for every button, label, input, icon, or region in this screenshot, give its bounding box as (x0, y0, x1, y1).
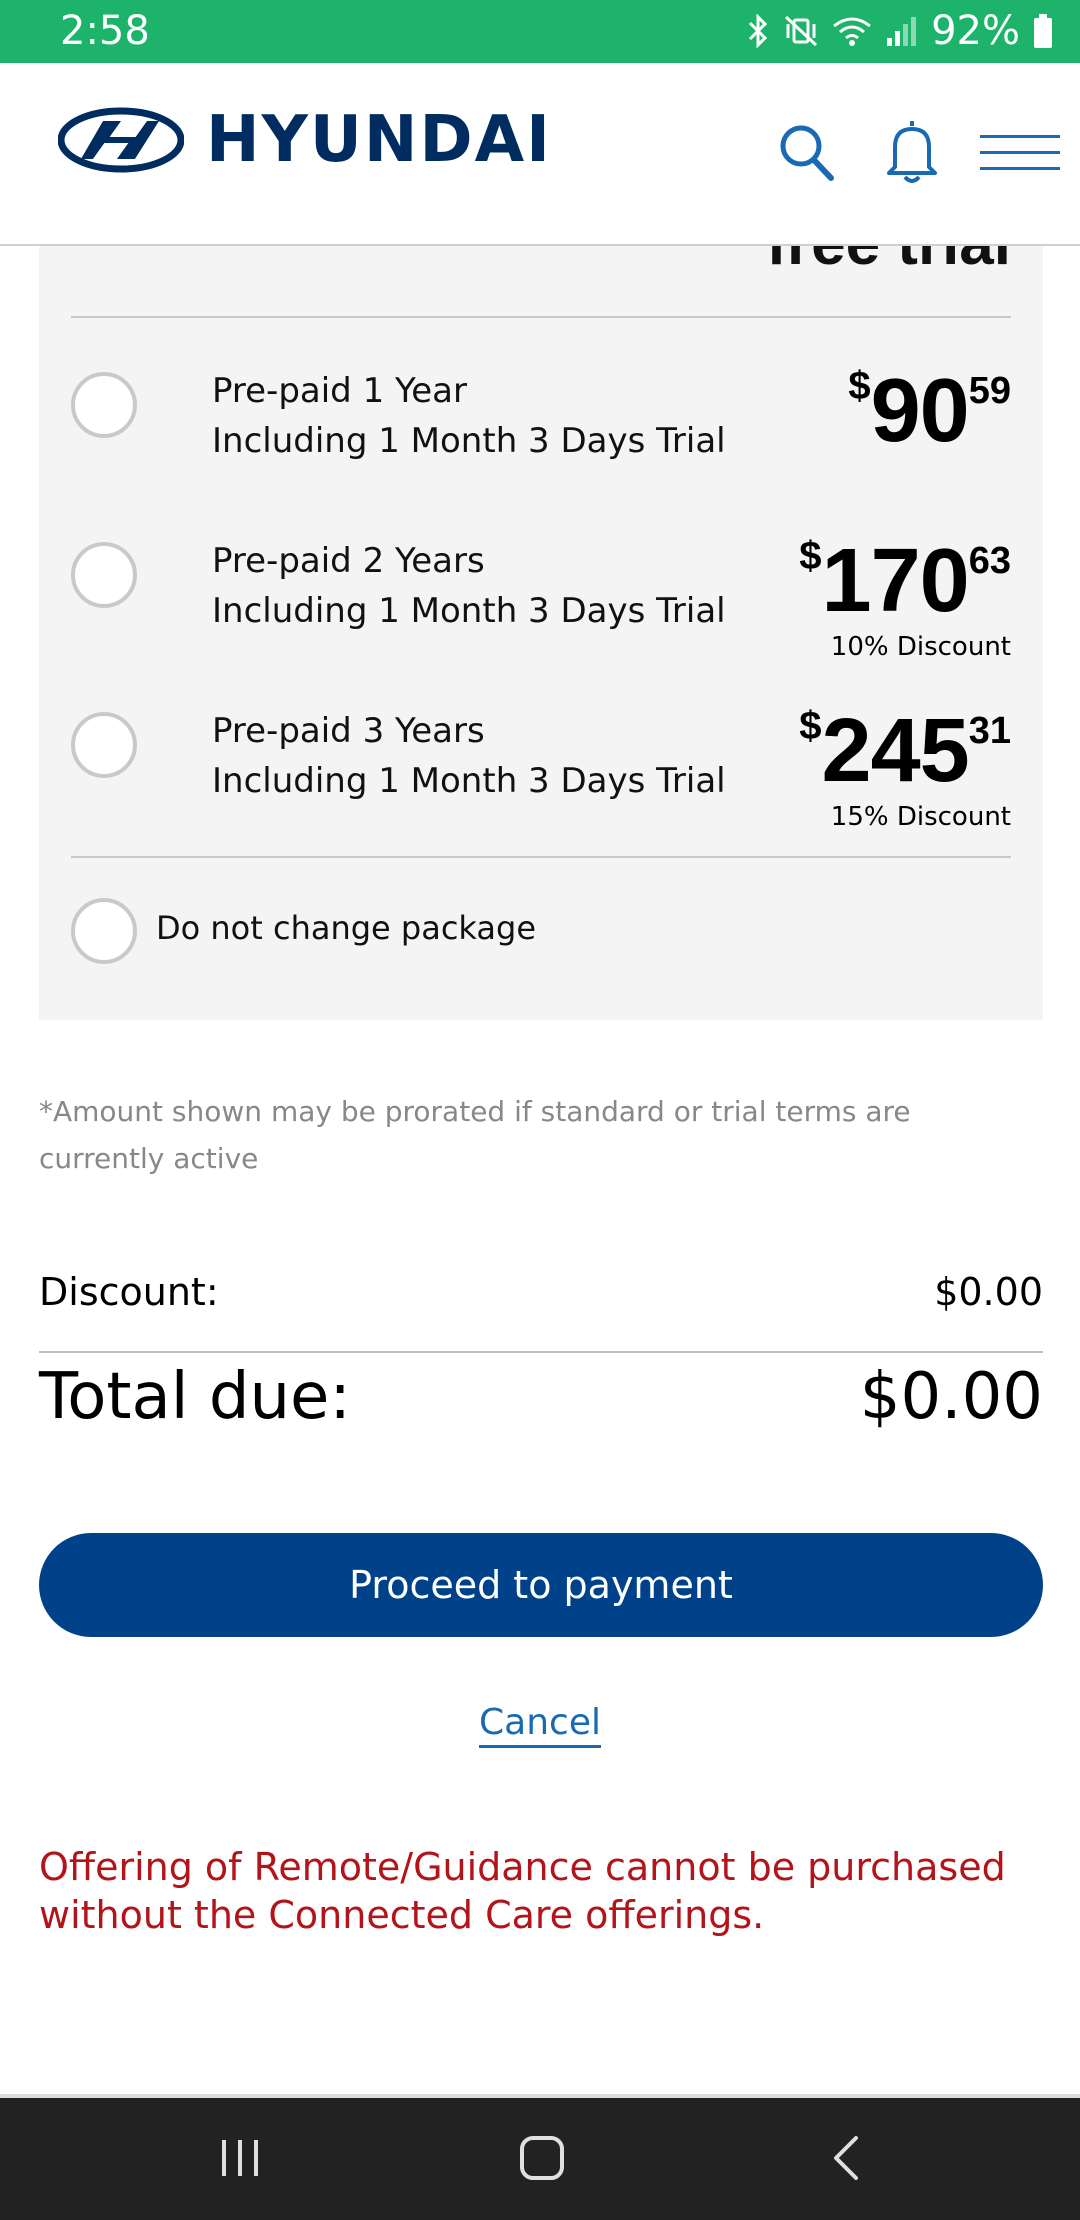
no-change-label: Do not change package (156, 909, 536, 947)
system-nav-bar (0, 2094, 1080, 2220)
option-text: Pre-paid 2 Years Including 1 Month 3 Day… (212, 536, 726, 636)
brand-wordmark: HYUNDAI (206, 103, 552, 177)
total-value: $0.00 (859, 1360, 1043, 1434)
cut-off-heading: free trial (766, 246, 1011, 279)
option-price: $ 245 31 15% Discount (799, 706, 1011, 832)
signal-icon (887, 17, 917, 46)
price-whole: 245 (821, 701, 970, 801)
price-currency: $ (848, 364, 871, 408)
battery-percent: 92% (931, 8, 1020, 54)
wifi-icon (833, 17, 872, 46)
status-bar: 2:58 92% (0, 0, 1080, 63)
hyundai-emblem-icon (58, 107, 184, 173)
discount-row: Discount: $0.00 (39, 1270, 1043, 1314)
radio-button[interactable] (71, 712, 137, 778)
package-options-panel: free trial Pre-paid 1 Year Including 1 M… (39, 246, 1043, 1020)
battery-icon (1034, 14, 1052, 48)
option-title: Pre-paid 2 Years (212, 541, 485, 581)
discount-label: Discount: (39, 1270, 219, 1314)
status-time: 2:58 (60, 8, 150, 54)
discount-value: $0.00 (934, 1270, 1043, 1314)
divider (71, 316, 1011, 318)
error-message: Offering of Remote/Guidance cannot be pu… (39, 1845, 1006, 1937)
recent-apps-icon[interactable] (218, 2134, 262, 2182)
option-price: $ 90 59 (848, 366, 1011, 456)
price-cents: 31 (968, 710, 1011, 752)
divider (39, 1351, 1043, 1353)
search-icon[interactable] (778, 123, 836, 183)
hyundai-logo[interactable]: HYUNDAI (58, 103, 552, 177)
option-title: Pre-paid 3 Years (212, 711, 485, 751)
price-whole: 90 (870, 361, 970, 461)
menu-icon[interactable] (980, 133, 1060, 173)
discount-note: 10% Discount (830, 632, 1011, 662)
divider (71, 856, 1011, 858)
total-label: Total due: (39, 1360, 351, 1434)
bluetooth-icon (749, 14, 768, 48)
back-icon[interactable] (826, 2134, 866, 2182)
option-text: Pre-paid 3 Years Including 1 Month 3 Day… (212, 706, 726, 806)
status-icons: 92% (745, 6, 1054, 56)
bell-icon[interactable] (882, 117, 942, 185)
option-text: Pre-paid 1 Year Including 1 Month 3 Days… (212, 366, 726, 466)
option-price: $ 170 63 10% Discount (799, 536, 1011, 662)
app-header: HYUNDAI (0, 63, 1080, 246)
cancel-link-wrapper: Cancel (0, 1702, 1080, 1748)
option-title: Pre-paid 1 Year (212, 371, 467, 411)
mute-vibrate-icon (785, 15, 818, 47)
price-cents: 63 (968, 540, 1011, 582)
cancel-link[interactable]: Cancel (479, 1702, 601, 1748)
price-whole: 170 (821, 531, 970, 631)
proration-note: *Amount shown may be prorated if standar… (39, 1095, 911, 1175)
radio-button[interactable] (71, 898, 137, 964)
price-currency: $ (799, 534, 822, 578)
option-subtitle: Including 1 Month 3 Days Trial (212, 421, 726, 461)
radio-button[interactable] (71, 372, 137, 438)
price-cents: 59 (968, 370, 1011, 412)
proceed-to-payment-button[interactable]: Proceed to payment (39, 1533, 1043, 1637)
option-subtitle: Including 1 Month 3 Days Trial (212, 761, 726, 801)
radio-button[interactable] (71, 542, 137, 608)
total-row: Total due: $0.00 (39, 1360, 1043, 1434)
discount-note: 15% Discount (830, 802, 1011, 832)
home-icon[interactable] (518, 2134, 566, 2182)
option-subtitle: Including 1 Month 3 Days Trial (212, 591, 726, 631)
price-currency: $ (799, 704, 822, 748)
